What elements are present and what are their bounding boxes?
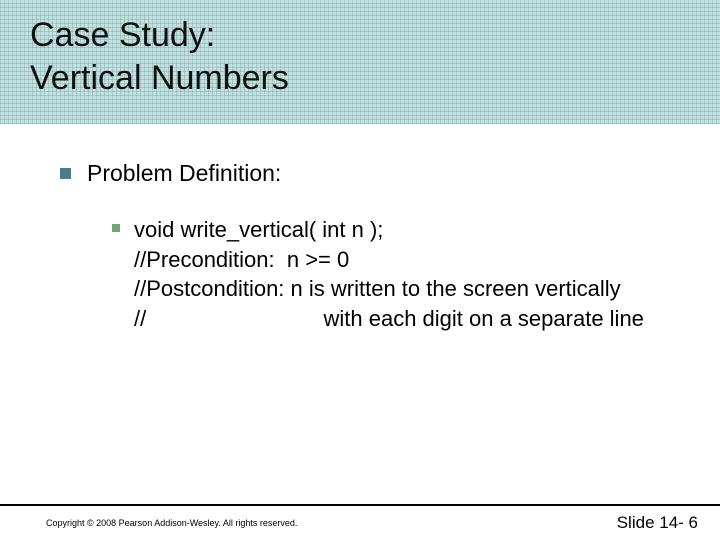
- footer: Copyright © 2008 Pearson Addison-Wesley.…: [0, 504, 720, 540]
- bullet-level-2-wrap: void write_vertical( int n ); //Precondi…: [60, 215, 680, 334]
- title-band: Case Study: Vertical Numbers: [0, 0, 720, 124]
- square-bullet-icon: [60, 168, 71, 179]
- slide-title: Case Study: Vertical Numbers: [30, 14, 720, 99]
- problem-definition-heading: Problem Definition:: [87, 160, 281, 187]
- code-line-postcondition-1: //Postcondition: n is written to the scr…: [134, 274, 644, 304]
- code-line-postcondition-2: // with each digit on a separate line: [134, 304, 644, 334]
- code-line-signature: void write_vertical( int n );: [134, 215, 644, 245]
- slide: Case Study: Vertical Numbers Problem Def…: [0, 0, 720, 540]
- code-line-precondition: //Precondition: n >= 0: [134, 245, 644, 275]
- bullet-level-1: Problem Definition:: [60, 160, 680, 187]
- copyright-text: Copyright © 2008 Pearson Addison-Wesley.…: [46, 518, 297, 528]
- slide-number: Slide 14- 6: [617, 513, 698, 533]
- title-line-2: Vertical Numbers: [30, 59, 289, 97]
- body-area: Problem Definition: void write_vertical(…: [0, 124, 720, 334]
- code-block: void write_vertical( int n ); //Precondi…: [134, 215, 644, 334]
- bullet-level-2: void write_vertical( int n ); //Precondi…: [112, 215, 680, 334]
- square-bullet-icon: [112, 224, 120, 232]
- title-line-1: Case Study:: [30, 16, 215, 54]
